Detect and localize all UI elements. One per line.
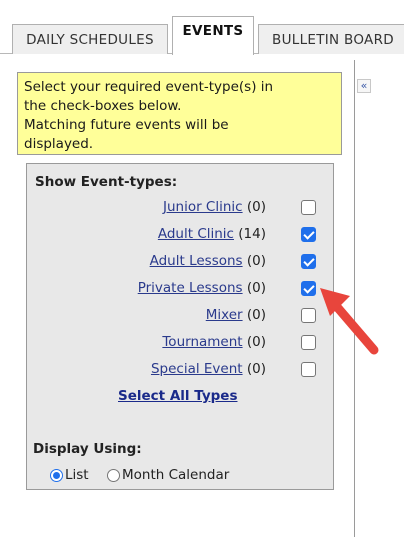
notice-line: Select your required event-type(s) in: [24, 79, 274, 95]
checkbox-adult-clinic[interactable]: [301, 227, 316, 242]
radio-month-calendar-label[interactable]: Month Calendar: [122, 467, 229, 483]
event-type-row: Adult Lessons (0): [27, 252, 335, 272]
checkbox-tournament[interactable]: [301, 335, 316, 350]
event-types-title: Show Event-types:: [35, 174, 178, 190]
notice-line: displayed.: [24, 136, 94, 152]
event-type-count: (0): [246, 334, 266, 350]
checkbox-adult-lessons[interactable]: [301, 254, 316, 269]
tab-daily-schedules[interactable]: DAILY SCHEDULES: [12, 24, 168, 54]
event-type-count: (0): [246, 253, 266, 269]
checkbox-special-event[interactable]: [301, 362, 316, 377]
event-type-row: Mixer (0): [27, 306, 335, 326]
event-type-row: Private Lessons (0): [27, 279, 335, 299]
select-all-types-link[interactable]: Select All Types: [118, 388, 237, 404]
event-type-link-adult-clinic[interactable]: Adult Clinic: [158, 226, 234, 242]
event-type-row: Tournament (0): [27, 333, 335, 353]
event-type-link-private-lessons[interactable]: Private Lessons: [138, 280, 243, 296]
event-type-row: Special Event (0): [27, 360, 335, 380]
event-type-link-junior-clinic[interactable]: Junior Clinic: [163, 199, 243, 215]
panel-divider: [354, 60, 355, 537]
notice-line: the check-boxes below.: [24, 98, 182, 114]
radio-list-label[interactable]: List: [65, 467, 89, 483]
event-type-link-tournament[interactable]: Tournament: [162, 334, 242, 350]
checkbox-mixer[interactable]: [301, 308, 316, 323]
event-type-count: (14): [238, 226, 266, 242]
tab-bulletin-board[interactable]: BULLETIN BOARD: [258, 24, 404, 54]
tab-events[interactable]: EVENTS: [172, 16, 254, 55]
event-types-panel: Show Event-types: Junior Clinic (0) Adul…: [26, 163, 334, 490]
event-type-link-adult-lessons[interactable]: Adult Lessons: [150, 253, 243, 269]
checkbox-private-lessons[interactable]: [301, 281, 316, 296]
event-type-count: (0): [246, 199, 266, 215]
event-type-count: (0): [246, 361, 266, 377]
radio-list[interactable]: [50, 469, 63, 482]
event-type-row: Adult Clinic (14): [27, 225, 335, 245]
event-type-count: (0): [246, 307, 266, 323]
radio-month-calendar[interactable]: [107, 469, 120, 482]
event-type-row: Junior Clinic (0): [27, 198, 335, 218]
checkbox-junior-clinic[interactable]: [301, 200, 316, 215]
display-using-title: Display Using:: [33, 441, 142, 457]
event-type-count: (0): [246, 280, 266, 296]
event-type-link-special-event[interactable]: Special Event: [151, 361, 243, 377]
event-type-link-mixer[interactable]: Mixer: [206, 307, 243, 323]
notice-line: Matching future events will be: [24, 117, 229, 133]
instructions-notice: Select your required event-type(s) in th…: [17, 72, 342, 155]
collapse-panel-button[interactable]: «: [357, 79, 371, 93]
